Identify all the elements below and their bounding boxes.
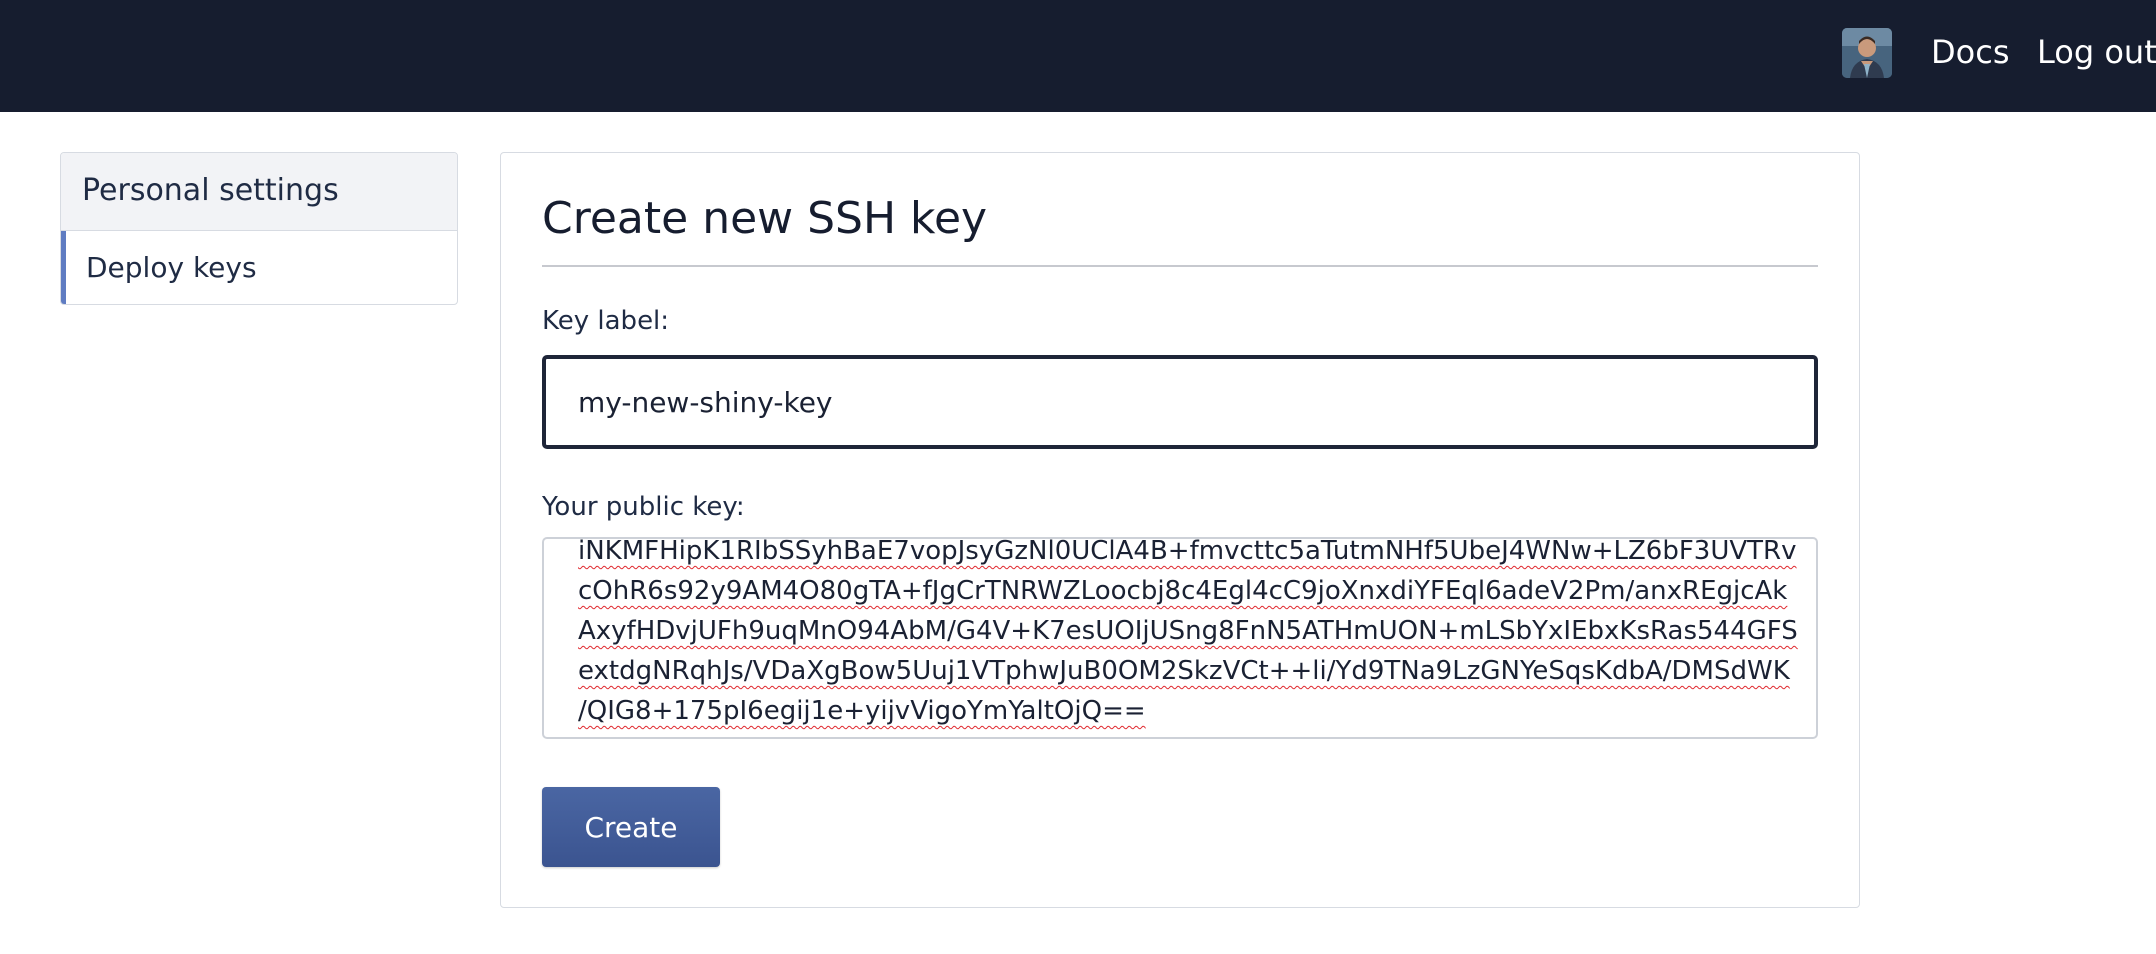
public-key-caption: Your public key: (542, 492, 745, 522)
public-key-line: cOhR6s92y9AM4O80gTA+fJgCrTNRWZLoocbj8c4E… (578, 576, 1788, 606)
key-label-input[interactable] (542, 355, 1818, 449)
sidebar-item-label: Deploy keys (86, 251, 257, 284)
sidebar-title: Personal settings (61, 153, 457, 231)
sidebar-item-deploy-keys[interactable]: Deploy keys (61, 231, 457, 304)
public-key-line: AxyfHDvjUFh9uqMnO94AbM/G4V+K7esUOIjUSng8… (578, 616, 1798, 646)
user-avatar-icon (1842, 28, 1892, 78)
create-ssh-key-panel: Create new SSH key Key label: Your publi… (500, 152, 1860, 908)
user-avatar[interactable] (1842, 28, 1892, 78)
public-key-textarea[interactable]: iNKMFHipK1RIbSSyhBaE7vopJsyGzNl0UClA4B+f… (542, 537, 1818, 739)
public-key-line: extdgNRqhJs/VDaXgBow5Uuj1VTphwJuB0OM2Skz… (578, 656, 1790, 686)
top-navbar: Docs Log out (0, 0, 2156, 112)
page-title: Create new SSH key (542, 193, 988, 244)
key-label-caption: Key label: (542, 306, 670, 336)
logout-link[interactable]: Log out (2037, 30, 2156, 74)
docs-link[interactable]: Docs (1931, 30, 2009, 74)
active-indicator (61, 231, 66, 304)
settings-sidebar: Personal settings Deploy keys (60, 152, 458, 305)
public-key-line: /QIG8+175pI6egij1e+yijvVigoYmYaltOjQ== (578, 696, 1146, 726)
public-key-line: iNKMFHipK1RIbSSyhBaE7vopJsyGzNl0UClA4B+f… (578, 537, 1797, 566)
create-button[interactable]: Create (542, 787, 720, 867)
title-divider (542, 265, 1818, 267)
